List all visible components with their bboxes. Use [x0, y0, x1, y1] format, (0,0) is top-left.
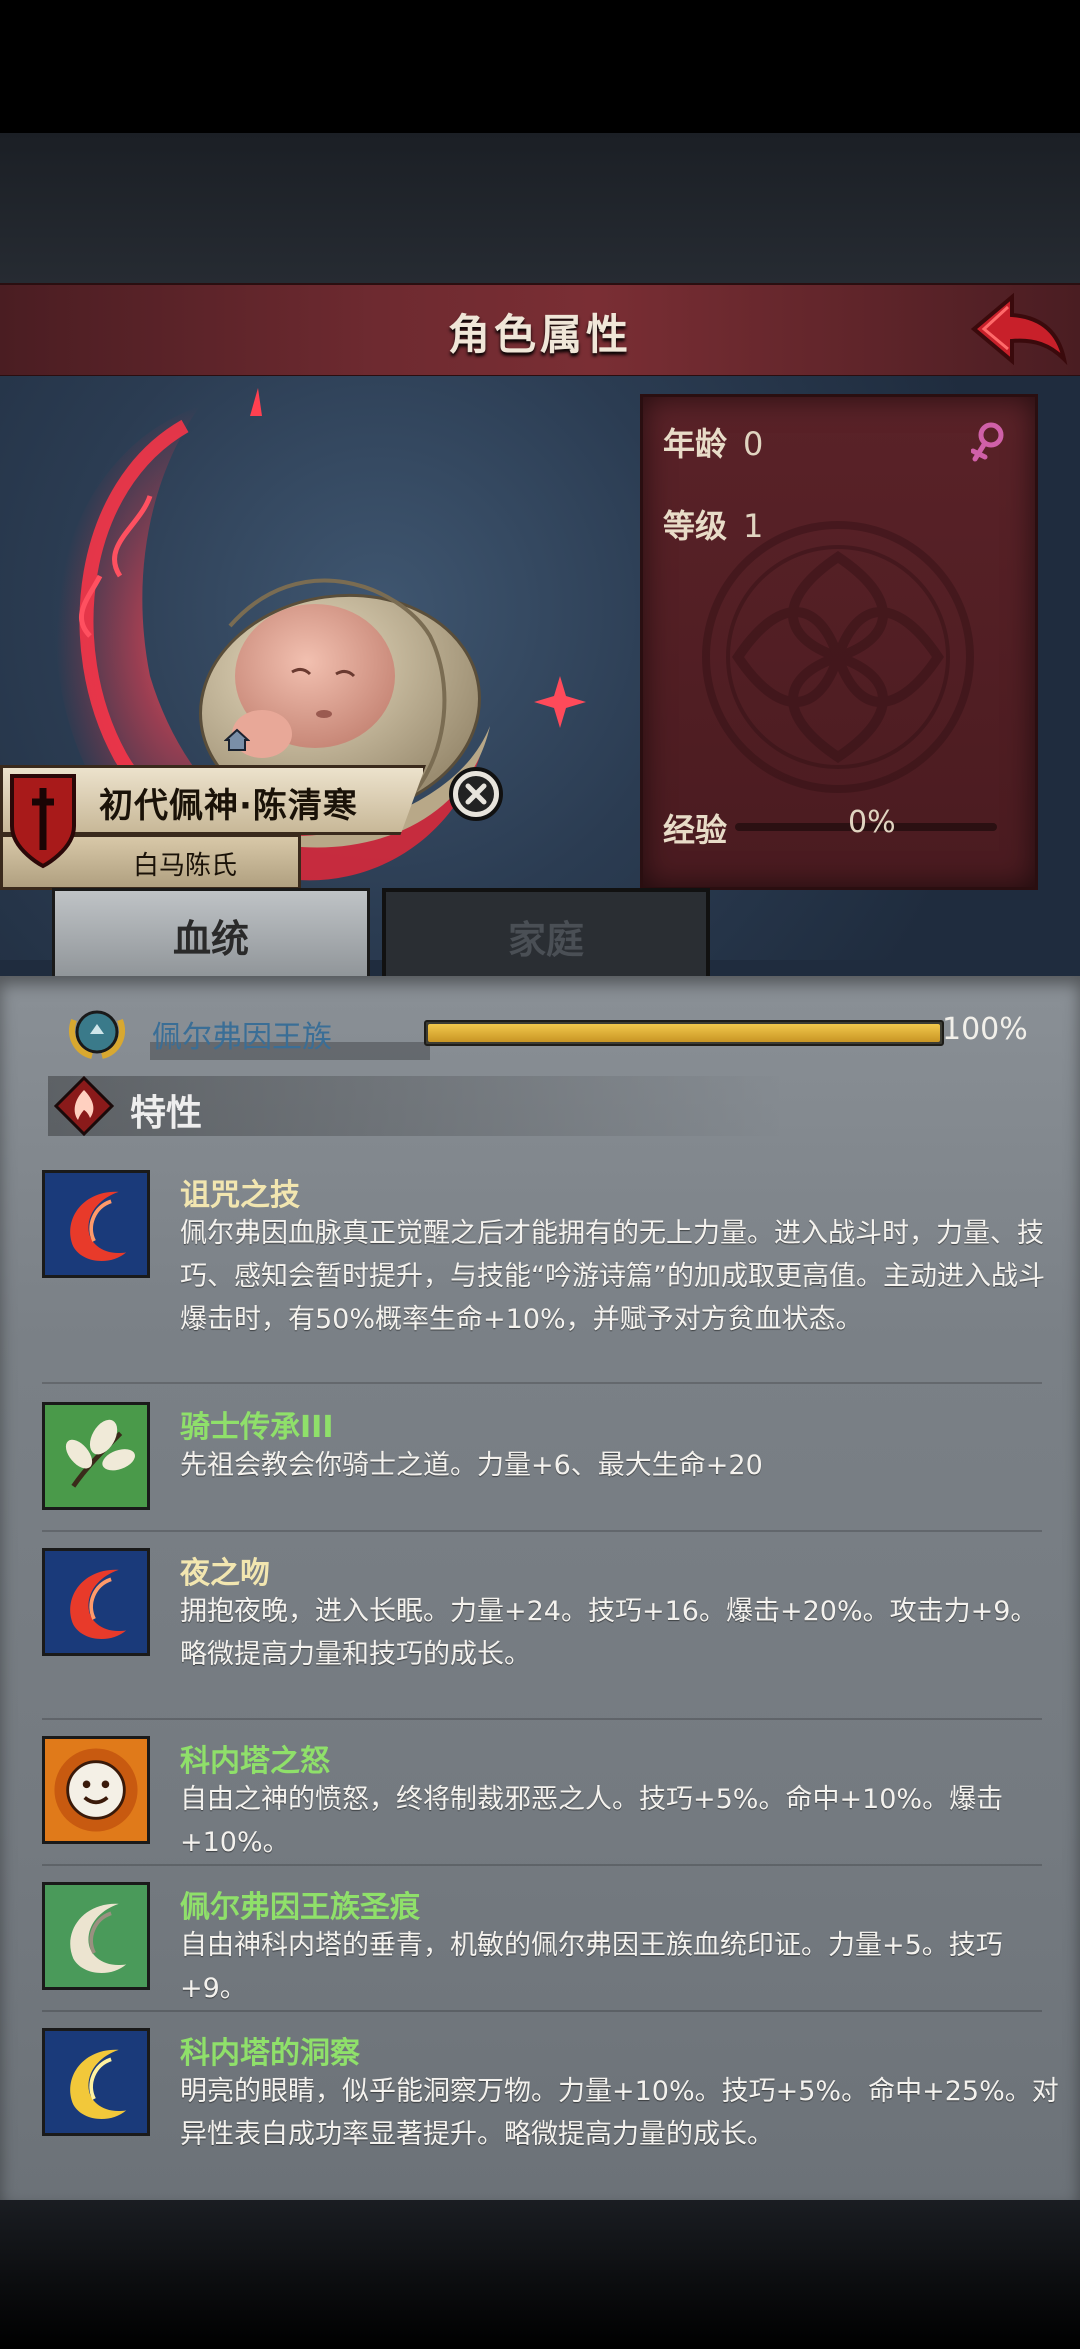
- tab-family[interactable]: 家庭: [382, 888, 710, 984]
- traits-header: 特性: [48, 1076, 788, 1136]
- lineage-progress-bar: [424, 1020, 944, 1046]
- lineage-percent: 100%: [942, 1012, 1028, 1047]
- bloodline-panel: [0, 976, 1080, 2200]
- trait-description: 自由之神的愤怒，终将制裁邪恶之人。技巧+5%。命中+10%。爆击+10%。: [180, 1784, 1004, 1858]
- trait-name: 科内塔之怒: [180, 1744, 330, 1779]
- character-name: 初代佩神·陈清寒: [99, 786, 358, 826]
- divider: [42, 1530, 1042, 1532]
- back-arrow-icon[interactable]: [968, 291, 1068, 367]
- bottom-backdrop: [0, 2200, 1080, 2349]
- title-bar: 角色属性: [0, 283, 1080, 378]
- laurel-emblem-icon: [69, 1010, 125, 1059]
- trait-description: 先祖会教会你骑士之道。力量+6、最大生命+20: [180, 1450, 763, 1481]
- trait-description: 自由神科内塔的垂青，机敏的佩尔弗因王族血统印证。力量+5。技巧+9。: [180, 1930, 1003, 2004]
- age-value: 0: [743, 425, 764, 463]
- red-flame-crescent-icon: [42, 1170, 150, 1278]
- trait-description: 拥抱夜晚，进入长眠。力量+24。技巧+16。爆击+20%。攻击力+9。略微提高力…: [180, 1596, 1038, 1670]
- top-backdrop: [0, 133, 1080, 283]
- family-crest-shield-icon: [10, 774, 76, 869]
- trait-name: 诅咒之技: [180, 1178, 300, 1213]
- trait-name: 夜之吻: [180, 1556, 270, 1591]
- stats-panel: 年龄 0 等级 1 经验 0%: [640, 394, 1038, 890]
- celtic-knot-emblem-icon: [702, 521, 974, 793]
- red-flame-crescent-icon: [42, 1548, 150, 1656]
- divider: [42, 1718, 1042, 1720]
- level-label: 等级: [663, 507, 728, 545]
- exp-value: 0%: [848, 805, 896, 840]
- angry-sun-face-icon: [42, 1736, 150, 1844]
- white-crescent-icon: [42, 1882, 150, 1990]
- trait-description: 佩尔弗因血脉真正觉醒之后才能拥有的无上力量。进入战斗时，力量、技巧、感知会暂时提…: [180, 1218, 1045, 1335]
- trait-description: 明亮的眼睛，似乎能洞察万物。力量+10%。技巧+5%。命中+25%。对异性表白成…: [180, 2076, 1059, 2150]
- age-row: 年龄 0: [663, 419, 763, 465]
- age-label: 年龄: [663, 425, 728, 463]
- trait-name: 骑士传承III: [180, 1410, 334, 1445]
- divider: [42, 2010, 1042, 2012]
- house-name: 白马陈氏: [133, 851, 238, 881]
- flame-diamond-icon: [54, 1076, 114, 1136]
- level-value: 1: [743, 507, 764, 545]
- divider: [42, 1382, 1042, 1384]
- leaf-branch-icon: [42, 1402, 150, 1510]
- lineage-name: 佩尔弗因王族: [152, 1020, 332, 1055]
- tab-bloodline[interactable]: 血统: [52, 888, 370, 979]
- yellow-crescent-icon: [42, 2028, 150, 2136]
- exp-label: 经验: [663, 811, 728, 849]
- traits-title: 特性: [130, 1093, 203, 1134]
- house-small-icon: [224, 728, 250, 751]
- female-gender-icon: [971, 422, 1004, 462]
- level-row: 等级 1: [663, 501, 763, 547]
- trait-name: 科内塔的洞察: [180, 2036, 360, 2071]
- divider: [42, 1864, 1042, 1866]
- close-icon[interactable]: [448, 766, 504, 822]
- lineage-row: 佩尔弗因王族 100%: [64, 1000, 1044, 1060]
- page-title: 角色属性: [447, 310, 632, 359]
- lineage-progress-fill: [428, 1024, 940, 1042]
- trait-name: 佩尔弗因王族圣痕: [180, 1890, 420, 1925]
